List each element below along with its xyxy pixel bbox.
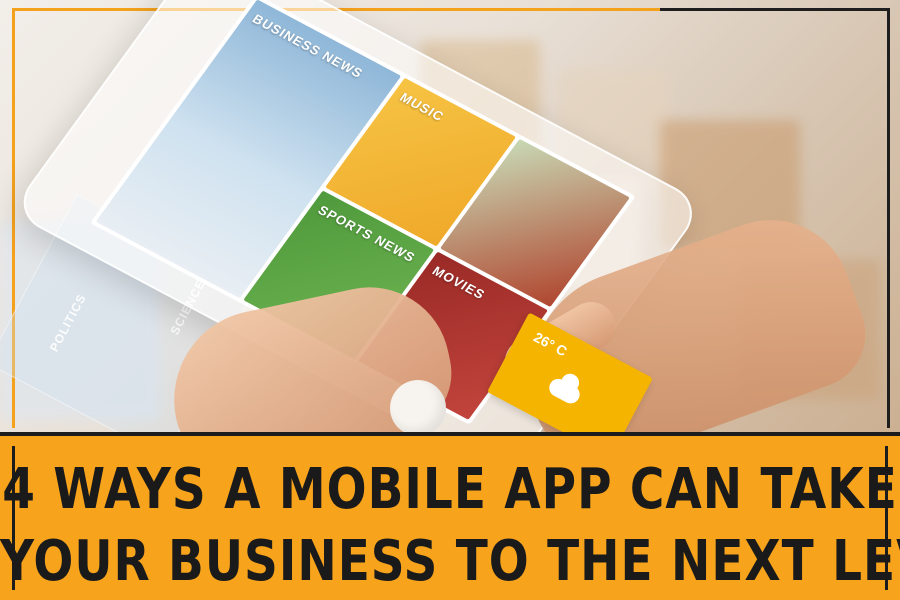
headline-line-1: 4 WAYS A MOBILE APP CAN TAKE: [2, 456, 898, 523]
tile-label: BUSINESS NEWS: [249, 11, 367, 81]
headline-line-2: YOUR BUSINESS TO THE NEXT LEVEL: [0, 528, 900, 595]
hero-image: SCIENCE POLITICS BUSINESS NEWS MUSIC SPO…: [0, 0, 900, 600]
weather-temp: 26° C: [531, 328, 570, 360]
frame-line-right: [887, 8, 890, 428]
title-banner: 4 WAYS A MOBILE APP CAN TAKE YOUR BUSINE…: [0, 432, 900, 600]
hud-label-politics: POLITICS: [46, 291, 90, 354]
headline: 4 WAYS A MOBILE APP CAN TAKE YOUR BUSINE…: [0, 454, 900, 598]
tile-label: MUSIC: [397, 89, 448, 125]
cloud-icon: [546, 375, 583, 407]
frame-line-corner: [660, 8, 890, 11]
baseball-icon: [390, 380, 446, 436]
